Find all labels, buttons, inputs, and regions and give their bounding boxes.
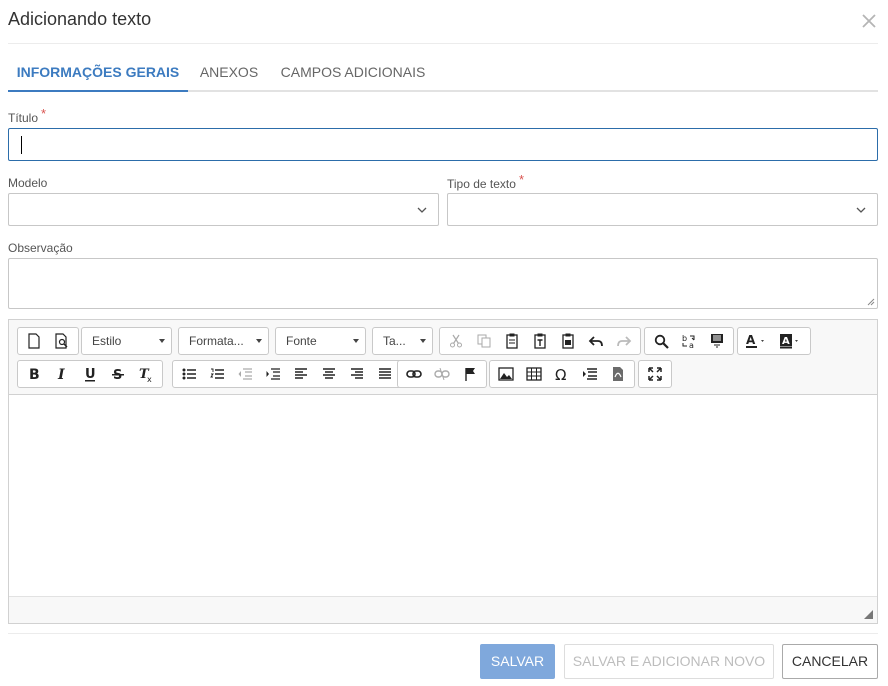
tools-group [638,360,672,388]
select-all-icon[interactable] [703,328,731,354]
clipboard-group [439,327,641,355]
preview-icon[interactable] [48,328,76,354]
maximize-icon[interactable] [641,361,669,387]
editor-content-area[interactable] [9,395,877,596]
cut-icon[interactable] [442,328,470,354]
strikethrough-icon[interactable]: S [104,361,132,387]
decrease-indent-icon[interactable] [231,361,259,387]
align-center-icon[interactable] [315,361,343,387]
style-combo[interactable]: Estilo [81,327,172,355]
tab-bar: INFORMAÇÕES GERAIS ANEXOS CAMPOS ADICION… [8,54,878,92]
required-mark: * [41,106,47,121]
bulleted-list-icon[interactable] [175,361,203,387]
increase-indent-icon[interactable] [259,361,287,387]
text-color-icon[interactable]: A [740,328,774,354]
special-char-icon[interactable]: Ω [548,361,576,387]
tab-informacoes-gerais[interactable]: INFORMAÇÕES GERAIS [8,54,188,92]
close-icon[interactable] [858,10,880,32]
titulo-input[interactable] [8,128,878,161]
format-combo[interactable]: Formata... [178,327,269,355]
pdf-icon[interactable] [604,361,632,387]
save-button[interactable]: SALVAR [480,644,555,679]
observacao-textarea[interactable] [8,258,878,309]
dropdown-arrow-icon [256,339,262,343]
page-break-icon[interactable] [576,361,604,387]
font-combo[interactable]: Fonte [275,327,366,355]
svg-text:B: B [29,367,40,381]
rich-text-editor: Estilo Formata... Fonte Ta... b a A A B … [8,319,878,624]
tipo-texto-label: Tipo de texto * [447,172,524,191]
size-combo[interactable]: Ta... [372,327,433,355]
paste-from-word-icon[interactable] [554,328,582,354]
required-mark: * [518,172,524,187]
save-and-add-new-button[interactable]: SALVAR E ADICIONAR NOVO [564,644,774,679]
underline-icon[interactable]: U [76,361,104,387]
svg-text:x: x [147,375,152,382]
paste-icon[interactable] [498,328,526,354]
image-icon[interactable] [492,361,520,387]
anchor-flag-icon[interactable] [456,361,484,387]
tab-campos-adicionais[interactable]: CAMPOS ADICIONAIS [278,54,428,92]
svg-text:A: A [782,336,790,347]
chevron-down-icon [417,207,427,213]
modelo-select[interactable] [8,193,439,226]
titulo-label: Título * [8,106,47,125]
modelo-label: Modelo [8,176,48,190]
paragraph-group [172,360,402,388]
svg-text:b: b [682,334,687,343]
color-group: A A [737,327,811,355]
unlink-icon[interactable] [428,361,456,387]
copy-icon[interactable] [470,328,498,354]
search-icon[interactable] [647,328,675,354]
undo-icon[interactable] [582,328,610,354]
insert-group: Ω [489,360,635,388]
bold-icon[interactable]: B [20,361,48,387]
editor-toolbar: Estilo Formata... Fonte Ta... b a A A B … [9,320,877,395]
resize-handle-icon[interactable] [864,610,873,619]
align-right-icon[interactable] [343,361,371,387]
svg-text:U: U [85,367,96,382]
basic-styles-group: B I U S Tx [17,360,163,388]
background-color-icon[interactable]: A [774,328,808,354]
table-icon[interactable] [520,361,548,387]
link-icon[interactable] [400,361,428,387]
svg-text:Ω: Ω [555,367,566,381]
align-left-icon[interactable] [287,361,315,387]
text-caret [21,136,22,154]
italic-icon[interactable]: I [48,361,76,387]
new-page-icon[interactable] [20,328,48,354]
observacao-label: Observação [8,241,73,255]
redo-icon[interactable] [610,328,638,354]
dropdown-arrow-icon [353,339,359,343]
find-group: ba [644,327,734,355]
cancel-button[interactable]: CANCELAR [782,644,878,679]
svg-text:A: A [746,333,756,347]
links-group [397,360,487,388]
dialog-title: Adicionando texto [8,9,152,29]
paste-text-icon[interactable] [526,328,554,354]
justify-icon[interactable] [371,361,399,387]
remove-format-icon[interactable]: Tx [132,361,160,387]
replace-icon[interactable]: ba [675,328,703,354]
chevron-down-icon [856,207,866,213]
dropdown-arrow-icon [159,339,165,343]
numbered-list-icon[interactable] [203,361,231,387]
svg-text:a: a [689,341,694,349]
footer-divider [8,633,878,634]
svg-text:I: I [57,367,65,381]
tab-anexos[interactable]: ANEXOS [194,54,264,92]
header-divider [8,43,878,44]
document-group [17,327,79,355]
tipo-texto-select[interactable] [447,193,878,226]
dropdown-arrow-icon [420,339,426,343]
resize-handle-icon[interactable] [867,298,875,306]
editor-statusbar [9,596,877,623]
